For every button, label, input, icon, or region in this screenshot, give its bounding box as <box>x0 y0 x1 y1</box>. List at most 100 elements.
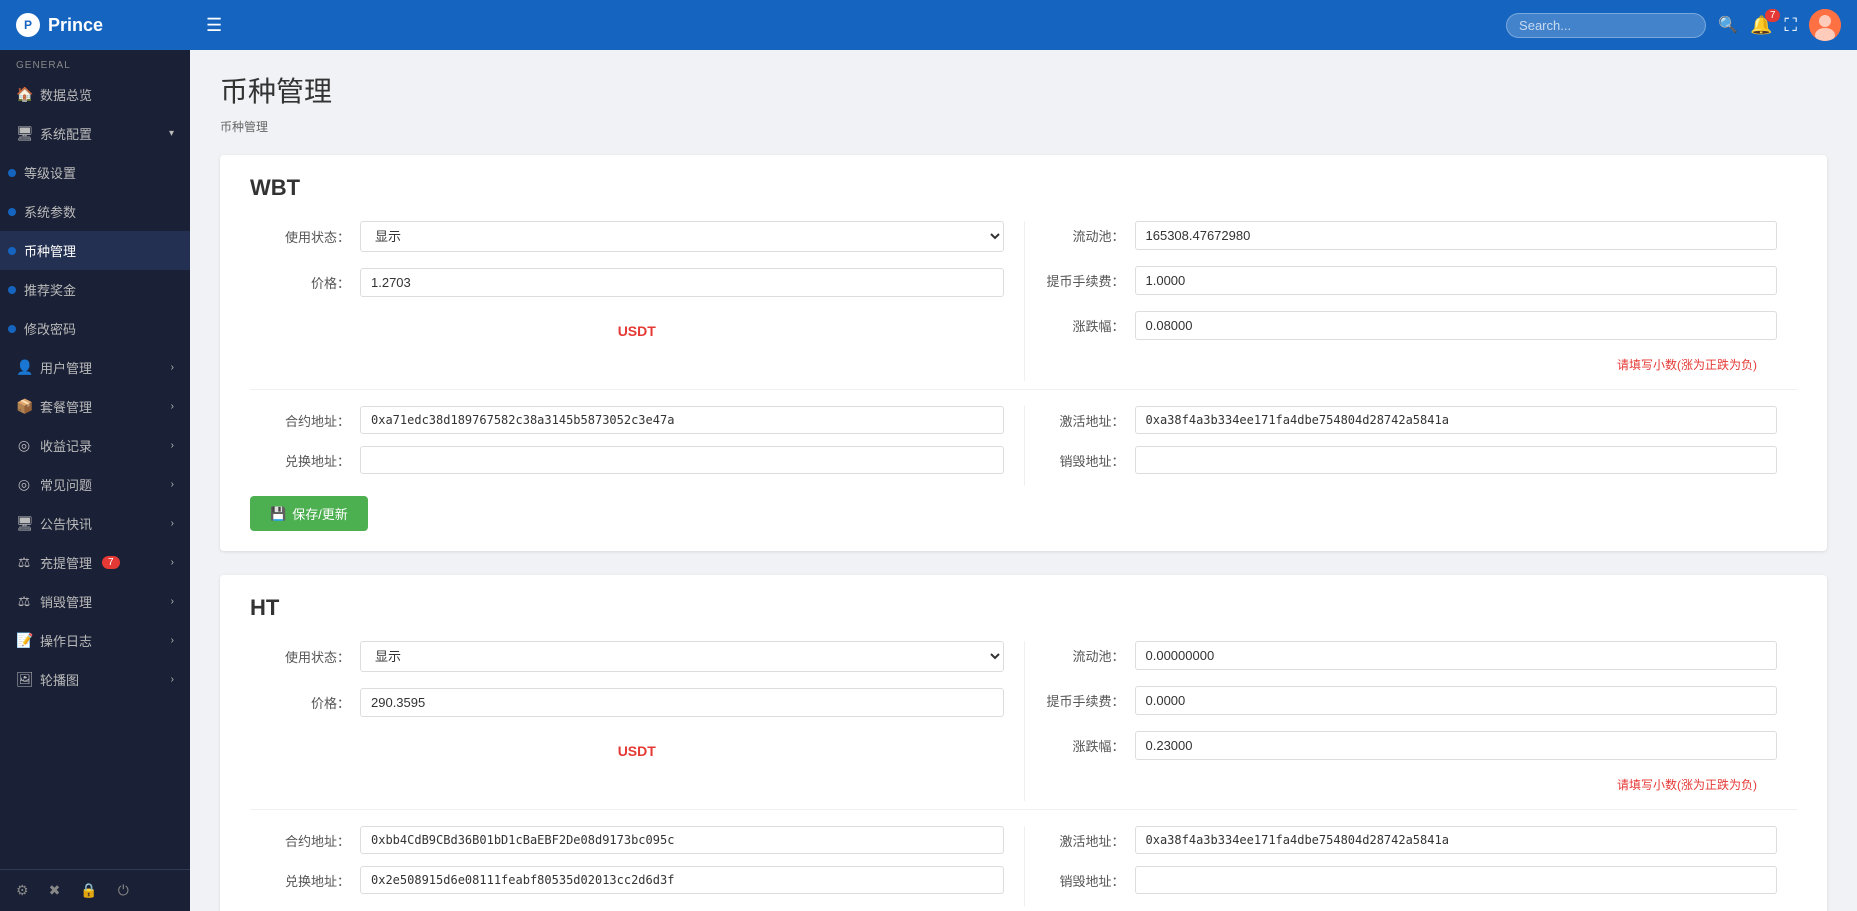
breadcrumb: 币种管理 <box>220 118 1827 135</box>
activate-addr-input-ht[interactable] <box>1135 826 1778 854</box>
price-change-input-wbt[interactable] <box>1135 311 1778 340</box>
form-row-price-change-wbt: 涨跌幅： <box>1045 311 1778 340</box>
usdt-label-ht: USDT <box>270 733 1004 769</box>
sidebar-label-currency-mgmt: 币种管理 <box>24 241 76 260</box>
liquidity-input-ht[interactable] <box>1135 641 1778 670</box>
deposit-badge: 7 <box>102 556 120 569</box>
save-label-wbt: 保存/更新 <box>292 504 348 523</box>
sidebar-label-referral-bonus: 推荐奖金 <box>24 280 76 299</box>
price-change-label-wbt: 涨跌幅： <box>1045 316 1125 335</box>
destroy-addr-input-wbt[interactable] <box>1135 446 1778 474</box>
address-row-destroy-ht: 销毁地址： <box>1045 866 1778 894</box>
sidebar-item-deposit-mgmt[interactable]: ⚖ 充提管理 7 › <box>0 543 190 582</box>
sidebar-label-dashboard: 数据总览 <box>40 85 92 104</box>
address-row-contract-ht: 合约地址： <box>270 826 1004 854</box>
logo-icon: P <box>16 13 40 37</box>
sidebar-item-income-records[interactable]: ◎ 收益记录 › <box>0 426 190 465</box>
income-icon: ◎ <box>16 437 32 454</box>
form-left-wbt: 使用状态： 显示 隐藏 价格： USDT <box>250 221 1024 381</box>
sidebar-label-user-mgmt: 用户管理 <box>40 358 92 377</box>
withdrawal-fee-input-wbt[interactable] <box>1135 266 1778 295</box>
address-row-destroy-wbt: 销毁地址： <box>1045 446 1778 474</box>
destroy-addr-input-ht[interactable] <box>1135 866 1778 894</box>
form-left-ht: 使用状态： 显示 隐藏 价格： USDT <box>250 641 1024 801</box>
dot-icon <box>8 247 16 255</box>
usdt-label-wbt: USDT <box>270 313 1004 349</box>
use-status-label-wbt: 使用状态： <box>270 227 350 246</box>
sidebar: P Prince GENERAL 🏠 数据总览 🖥 系统配置 ▾ 等级设置 系统… <box>0 0 190 911</box>
liquidity-input-wbt[interactable] <box>1135 221 1778 250</box>
sidebar-item-level-settings[interactable]: 等级设置 <box>0 153 190 192</box>
address-row-activate-wbt: 激活地址： <box>1045 406 1778 434</box>
chevron-right-icon: › <box>171 518 174 529</box>
monitor-icon: 🖥 <box>16 125 32 142</box>
price-input-ht[interactable] <box>360 688 1004 717</box>
contract-addr-input-ht[interactable] <box>360 826 1004 854</box>
chevron-right-icon: › <box>171 596 174 607</box>
save-button-wbt[interactable]: 💾 保存/更新 <box>250 496 368 531</box>
sidebar-footer: ⚙ ✖ 🔒 ⏻ <box>0 869 190 911</box>
power-icon[interactable]: ⏻ <box>118 882 129 899</box>
redeem-addr-input-wbt[interactable] <box>360 446 1004 474</box>
form-row-liquidity-ht: 流动池： <box>1045 641 1778 670</box>
sidebar-item-carousel[interactable]: 🖼 轮播图 › <box>0 660 190 699</box>
deposit-icon: ⚖ <box>16 554 32 571</box>
redeem-addr-input-ht[interactable] <box>360 866 1004 894</box>
lock-icon[interactable]: 🔒 <box>80 882 97 899</box>
sidebar-item-faq[interactable]: ◎ 常见问题 › <box>0 465 190 504</box>
main-area: ☰ 🔍 🔔 7 ⛶ 币种管理 币种管理 WBT <box>190 0 1857 911</box>
price-input-wbt[interactable] <box>360 268 1004 297</box>
sidebar-item-currency-mgmt[interactable]: 币种管理 <box>0 231 190 270</box>
currency-name-ht: HT <box>250 595 1797 621</box>
use-status-select-ht[interactable]: 显示 隐藏 <box>360 641 1004 672</box>
search-icon[interactable]: 🔍 <box>1718 15 1738 35</box>
dot-icon <box>8 208 16 216</box>
chevron-right-icon: › <box>171 401 174 412</box>
settings-icon[interactable]: ⚙ <box>16 882 29 899</box>
sidebar-item-dashboard[interactable]: 🏠 数据总览 <box>0 75 190 114</box>
sidebar-item-user-mgmt[interactable]: 👤 用户管理 › <box>0 348 190 387</box>
hint-text-ht: 请填写小数(涨为正跌为负) <box>1045 776 1778 793</box>
contract-addr-input-wbt[interactable] <box>360 406 1004 434</box>
search-input[interactable] <box>1506 13 1706 38</box>
form-row-use-status-ht: 使用状态： 显示 隐藏 <box>270 641 1004 672</box>
log-icon: 📝 <box>16 632 32 649</box>
sidebar-item-package-mgmt[interactable]: 📦 套餐管理 › <box>0 387 190 426</box>
topbar: ☰ 🔍 🔔 7 ⛶ <box>190 0 1857 50</box>
activate-addr-input-wbt[interactable] <box>1135 406 1778 434</box>
sidebar-item-system-config[interactable]: 🖥 系统配置 ▾ <box>0 114 190 153</box>
faq-icon: ◎ <box>16 476 32 493</box>
sidebar-item-operation-log[interactable]: 📝 操作日志 › <box>0 621 190 660</box>
sidebar-item-system-params[interactable]: 系统参数 <box>0 192 190 231</box>
contract-addr-label-ht: 合约地址： <box>270 831 350 850</box>
activate-addr-label-ht: 激活地址： <box>1045 831 1125 850</box>
contract-addr-label-wbt: 合约地址： <box>270 411 350 430</box>
address-section-ht: 合约地址： 兑换地址： 激活地址： <box>250 809 1797 906</box>
sidebar-label-operation-log: 操作日志 <box>40 631 92 650</box>
price-change-label-ht: 涨跌幅： <box>1045 736 1125 755</box>
notification-bell[interactable]: 🔔 7 <box>1750 15 1772 36</box>
sidebar-label-destroy-mgmt: 销毁管理 <box>40 592 92 611</box>
form-row-price-ht: 价格： <box>270 688 1004 717</box>
dot-icon <box>8 286 16 294</box>
menu-icon[interactable]: ☰ <box>206 15 222 36</box>
chevron-right-icon: › <box>171 635 174 646</box>
address-row-redeem-wbt: 兑换地址： <box>270 446 1004 474</box>
use-status-select-wbt[interactable]: 显示 隐藏 <box>360 221 1004 252</box>
sidebar-label-level-settings: 等级设置 <box>24 163 76 182</box>
notification-badge: 7 <box>1765 9 1781 22</box>
sidebar-item-change-password[interactable]: 修改密码 <box>0 309 190 348</box>
fullscreen-icon[interactable]: ⛶ <box>1784 15 1797 36</box>
app-name: Prince <box>48 15 103 36</box>
hint-text-wbt: 请填写小数(涨为正跌为负) <box>1045 356 1778 373</box>
withdrawal-fee-input-ht[interactable] <box>1135 686 1778 715</box>
liquidity-label-ht: 流动池： <box>1045 646 1125 665</box>
avatar[interactable] <box>1809 9 1841 41</box>
price-change-input-ht[interactable] <box>1135 731 1778 760</box>
destroy-addr-label-wbt: 销毁地址： <box>1045 451 1125 470</box>
sidebar-item-referral-bonus[interactable]: 推荐奖金 <box>0 270 190 309</box>
sidebar-item-announcements[interactable]: 🖥 公告快讯 › <box>0 504 190 543</box>
sidebar-item-destroy-mgmt[interactable]: ⚖ 销毁管理 › <box>0 582 190 621</box>
sidebar-label-change-password: 修改密码 <box>24 319 76 338</box>
tools-icon[interactable]: ✖ <box>49 882 61 899</box>
